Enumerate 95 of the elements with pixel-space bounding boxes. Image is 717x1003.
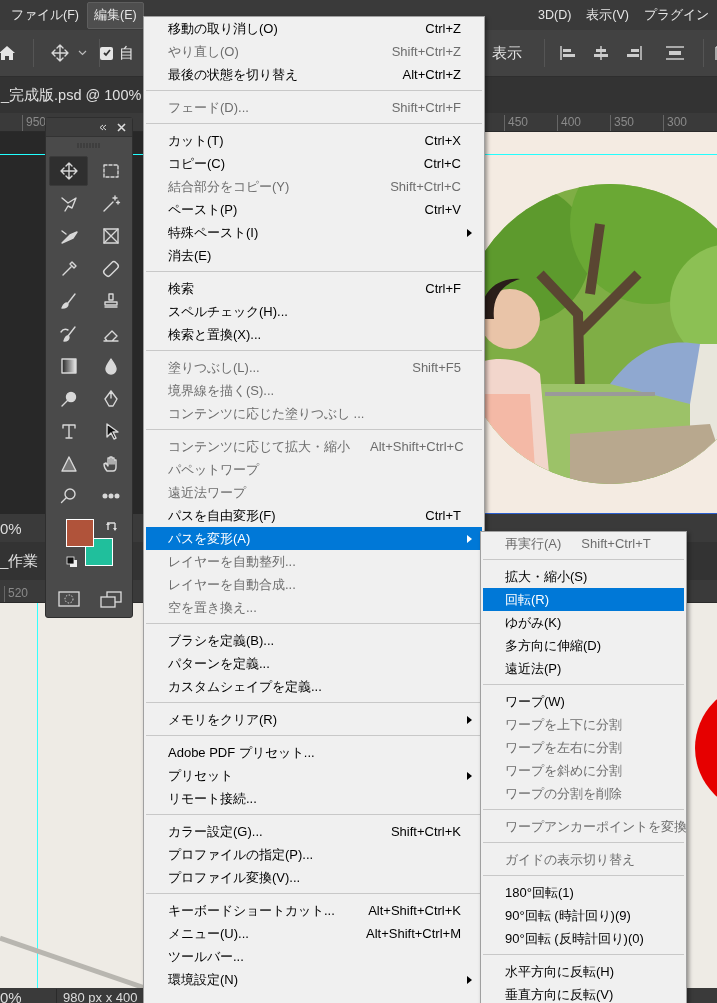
submenu-arrow-icon	[467, 976, 472, 984]
shortcut-label: Shift+Ctrl+C	[390, 179, 461, 194]
quick-mask-icon[interactable]	[58, 591, 80, 607]
shortcut-label: Shift+Ctrl+F	[391, 100, 461, 115]
ruler-label: 400	[557, 115, 607, 131]
menu-item[interactable]: 水平方向に反転(H)	[483, 960, 684, 983]
move-icon[interactable]	[58, 161, 79, 181]
swap-icon[interactable]	[106, 520, 118, 532]
shortcut-label: Alt+Shift+Ctrl+C	[370, 439, 464, 454]
document-tab[interactable]: _完成版.psd @ 100%	[1, 85, 142, 105]
ruler-label: 450	[504, 115, 554, 131]
foreground-swatch[interactable]	[66, 519, 94, 547]
shortcut-label: Ctrl+F	[425, 281, 461, 296]
marquee-icon[interactable]	[100, 161, 121, 181]
menu-bar-item[interactable]: 3D(D)	[531, 3, 579, 27]
shortcut-label: Shift+Ctrl+Z	[391, 44, 461, 59]
screen-mode-icon[interactable]	[100, 591, 122, 609]
menu-item[interactable]: 検索と置換(X)...	[146, 323, 482, 346]
shortcut-label: Shift+F5	[412, 360, 461, 375]
menu-item[interactable]: カット(T) Ctrl+X	[146, 129, 482, 152]
menu-item[interactable]: 遠近法(P)	[483, 657, 684, 680]
menu-item[interactable]: 移動の取り消し(O) Ctrl+Z	[146, 17, 482, 40]
zoom-label: 0%	[0, 988, 57, 1003]
menu-item[interactable]: プロファイル変換(V)...	[146, 866, 482, 889]
menu-item[interactable]: パスを変形(A)	[146, 527, 482, 550]
menu-item[interactable]: 拡大・縮小(S)	[483, 565, 684, 588]
home-icon[interactable]	[0, 44, 16, 62]
menu-item[interactable]: 最後の状態を切り替え Alt+Ctrl+Z	[146, 63, 482, 86]
menu-item[interactable]: 消去(E)	[146, 244, 482, 267]
close-icon[interactable]	[117, 122, 126, 132]
menu-item[interactable]: メニュー(U)... Alt+Shift+Ctrl+M	[146, 922, 482, 945]
shortcut-label: Ctrl+C	[423, 156, 461, 171]
menu-item[interactable]: ペースト(P) Ctrl+V	[146, 198, 482, 221]
menu-bar-item[interactable]: 編集(E)	[86, 1, 144, 29]
option-label: 表示	[492, 43, 522, 63]
menu-bar-item[interactable]: ファイル(F)	[4, 1, 86, 29]
menu-item[interactable]: メモリをクリア(R)	[146, 708, 482, 731]
menu-item[interactable]: コピー(C) Ctrl+C	[146, 152, 482, 175]
frame-icon[interactable]	[100, 226, 121, 246]
submenu-arrow-icon	[467, 535, 472, 543]
ruler-label: 300	[663, 115, 713, 131]
bandage-icon[interactable]	[100, 258, 121, 279]
collapse-icon[interactable]	[99, 123, 107, 131]
menu-item[interactable]: パスを自由変形(F) Ctrl+T	[146, 504, 482, 527]
gradient-icon[interactable]	[58, 356, 79, 376]
menu-item[interactable]: カスタムシェイプを定義...	[146, 675, 482, 698]
menu-item[interactable]: 回転(R)	[483, 588, 684, 611]
shortcut-label: Ctrl+T	[425, 508, 461, 523]
menu-item[interactable]: 180°回転(1)	[483, 881, 684, 904]
document-tab[interactable]: _作業	[0, 551, 39, 571]
submenu-arrow-icon	[467, 229, 472, 237]
align-top-icon[interactable]	[665, 45, 685, 61]
shortcut-label: Shift+Ctrl+T	[581, 536, 651, 551]
default-colors-icon[interactable]	[66, 556, 78, 568]
menu-item[interactable]: ブラシを定義(B)...	[146, 629, 482, 652]
checkbox[interactable]	[100, 46, 113, 60]
menu-item[interactable]: プリセット	[146, 764, 482, 787]
shortcut-label: Ctrl+Z	[425, 21, 461, 36]
menu-item[interactable]: 検索 Ctrl+F	[146, 277, 482, 300]
move-icon[interactable]	[50, 43, 70, 63]
menu-item[interactable]: 特殊ペースト(I)	[146, 221, 482, 244]
menu-bar-item[interactable]: プラグイン	[637, 1, 716, 29]
menu-item[interactable]: ツールバー...	[146, 945, 482, 968]
align-right-icon[interactable]	[625, 45, 643, 61]
caret-icon[interactable]	[78, 50, 87, 56]
shortcut-label: Alt+Shift+Ctrl+M	[366, 926, 461, 941]
shortcut-label: Ctrl+X	[424, 133, 461, 148]
zoom-icon[interactable]	[58, 486, 79, 506]
align-center-icon[interactable]	[592, 45, 610, 61]
menu-item[interactable]: ゆがみ(K)	[483, 611, 684, 634]
triangle-icon[interactable]	[58, 453, 79, 474]
submenu-arrow-icon	[467, 716, 472, 724]
menu-item[interactable]: リモート接続...	[146, 787, 482, 810]
menu-item[interactable]: 90°回転 (時計回り)(9)	[483, 904, 684, 927]
checkbox-label: 自	[119, 43, 134, 63]
shortcut-label: Alt+Shift+Ctrl+K	[368, 903, 461, 918]
menu-bar-item[interactable]: 表示(V)	[579, 1, 636, 29]
ruler-label: 350	[610, 115, 660, 131]
menu-item[interactable]: ワープ(W)	[483, 690, 684, 713]
shortcut-label: Ctrl+V	[424, 202, 461, 217]
shortcut-label: Alt+Ctrl+Z	[402, 67, 461, 82]
menu-item[interactable]: キーボードショートカット... Alt+Shift+Ctrl+K	[146, 899, 482, 922]
shortcut-label: Shift+Ctrl+K	[390, 824, 461, 839]
menu-item[interactable]: パターンを定義...	[146, 652, 482, 675]
menu-item[interactable]: 90°回転 (反時計回り)(0)	[483, 927, 684, 950]
menu-item[interactable]: Adobe PDF プリセット...	[146, 741, 482, 764]
menu-item[interactable]: 垂直方向に反転(V)	[483, 983, 684, 1003]
submenu-arrow-icon	[467, 772, 472, 780]
menu-item[interactable]: 環境設定(N)	[146, 968, 482, 991]
menu-item[interactable]: カラー設定(G)... Shift+Ctrl+K	[146, 820, 482, 843]
menu-item[interactable]: 多方向に伸縮(D)	[483, 634, 684, 657]
menu-item[interactable]: プロファイルの指定(P)...	[146, 843, 482, 866]
menu-item[interactable]: スペルチェック(H)...	[146, 300, 482, 323]
tool-button[interactable]	[49, 156, 88, 186]
align-left-icon[interactable]	[559, 45, 577, 61]
